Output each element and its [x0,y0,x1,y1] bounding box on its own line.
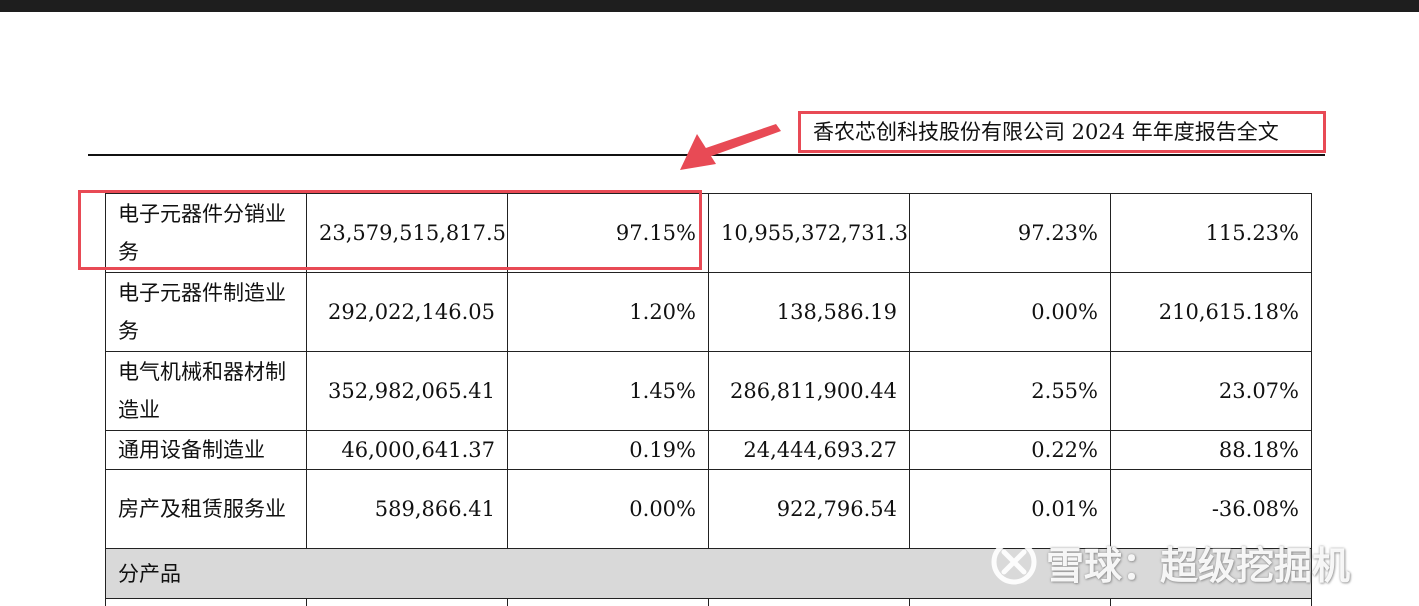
table-row: 电子元器件分销业务 23,579,515,817.58 97.15% 10,95… [105,193,1312,273]
empty-cell [105,598,307,606]
share-cell: 0.00% [507,469,709,549]
report-header-title: 香农芯创科技股份有限公司 2024 年年度报告全文 [798,111,1326,153]
prior-amount-cell: 286,811,900.44 [708,351,910,431]
share-cell: 97.15% [507,193,709,273]
amount-cell: 589,866.41 [306,469,508,549]
prior-amount-cell: 24,444,693.27 [708,430,910,470]
share-cell: 1.20% [507,272,709,352]
watermark: 雪球：超级挖掘机 [990,534,1350,590]
top-bar [0,0,1419,12]
empty-cell [1110,598,1312,606]
table-row: 电气机械和器材制造业 352,982,065.41 1.45% 286,811,… [105,351,1312,431]
share-cell: 0.19% [507,430,709,470]
prior-share-cell: 0.00% [909,272,1111,352]
empty-cell [507,598,709,606]
table-row [105,598,1312,606]
prior-share-cell: 97.23% [909,193,1111,273]
row-label: 电气机械和器材制造业 [105,351,307,431]
amount-cell: 352,982,065.41 [306,351,508,431]
watermark-text: 雪球：超级挖掘机 [1046,543,1351,588]
table-row: 通用设备制造业 46,000,641.37 0.19% 24,444,693.2… [105,430,1312,470]
prior-amount-cell: 138,586.19 [708,272,910,352]
prior-share-cell: 2.55% [909,351,1111,431]
change-cell: 210,615.18% [1110,272,1312,352]
prior-amount-cell: 10,955,372,731.35 [708,193,910,273]
change-cell: 115.23% [1110,193,1312,273]
amount-cell: 46,000,641.37 [306,430,508,470]
prior-amount-cell: 922,796.54 [708,469,910,549]
empty-cell [909,598,1111,606]
empty-cell [708,598,910,606]
row-label: 通用设备制造业 [105,430,307,470]
row-label: 房产及租赁服务业 [105,469,307,549]
change-cell: 23.07% [1110,351,1312,431]
row-label: 电子元器件制造业务 [105,272,307,352]
change-cell: 88.18% [1110,430,1312,470]
amount-cell: 292,022,146.05 [306,272,508,352]
amount-cell: 23,579,515,817.58 [306,193,508,273]
snowball-logo-icon [991,539,1037,585]
table-row: 电子元器件制造业务 292,022,146.05 1.20% 138,586.1… [105,272,1312,352]
row-label: 电子元器件分销业务 [105,193,307,273]
share-cell: 1.45% [507,351,709,431]
prior-share-cell: 0.22% [909,430,1111,470]
empty-cell [306,598,508,606]
header-rule [88,154,1325,156]
